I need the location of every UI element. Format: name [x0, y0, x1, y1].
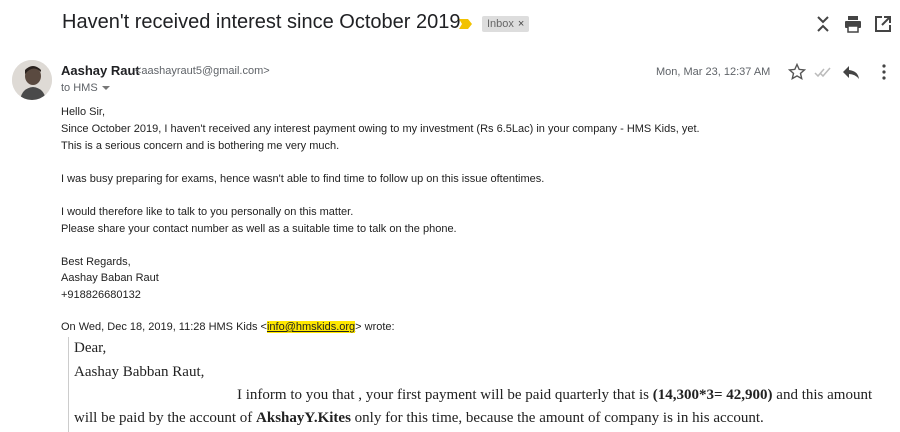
important-marker-icon[interactable]: [459, 19, 472, 29]
body-line: I was busy preparing for exams, hence wa…: [61, 173, 545, 185]
quote-text: will be paid by the account of: [74, 410, 257, 426]
avatar-photo-icon: [12, 60, 52, 100]
remove-label-button[interactable]: ×: [518, 18, 524, 30]
quote-line: I inform to you that , your first paymen…: [237, 387, 872, 404]
quote-email-link[interactable]: info@hmskids.org: [266, 321, 356, 333]
recipients-dropdown[interactable]: to HMS: [61, 82, 110, 94]
sender-email: <aashayraut5@gmail.com>: [135, 65, 270, 77]
recipients-label: to HMS: [61, 82, 98, 94]
message-date: Mon, Mar 23, 12:37 AM: [656, 66, 771, 78]
quote-attribution-suffix: > wrote:: [355, 321, 395, 333]
body-line: Please share your contact number as well…: [61, 223, 457, 235]
quote-attribution: On Wed, Dec 18, 2019, 11:28 HMS Kids <in…: [61, 321, 395, 333]
sender-name[interactable]: Aashay Raut: [61, 63, 140, 78]
quote-recipient-name: Aashay Babban Raut,: [74, 364, 205, 380]
more-options-icon[interactable]: [875, 63, 893, 81]
signature-line: Best Regards,: [61, 256, 131, 268]
quote-text: I inform to you that , your first paymen…: [237, 387, 653, 403]
sender-avatar[interactable]: [12, 60, 52, 100]
email-subject: Haven't received interest since October …: [62, 11, 461, 33]
expand-collapse-icon[interactable]: [813, 14, 833, 34]
body-line: Since October 2019, I haven't received a…: [61, 123, 700, 135]
body-line: I would therefore like to talk to you pe…: [61, 206, 354, 218]
reply-icon[interactable]: [842, 63, 860, 81]
quote-line: will be paid by the account of AkshayY.K…: [74, 410, 764, 427]
caret-down-icon: [101, 86, 110, 91]
print-icon[interactable]: [843, 14, 863, 34]
signature-line: Aashay Baban Raut: [61, 272, 159, 284]
open-in-new-window-icon[interactable]: [873, 14, 893, 34]
inbox-label-chip: Inbox ×: [482, 16, 530, 32]
double-check-icon: [814, 67, 831, 78]
quote-text: and this amount: [772, 387, 873, 403]
body-line: Hello Sir,: [61, 106, 106, 118]
quote-text: only for this time, because the amount o…: [350, 410, 764, 426]
star-icon[interactable]: [788, 63, 806, 81]
quote-attribution-prefix: On Wed, Dec 18, 2019, 11:28 HMS Kids <: [61, 321, 267, 333]
inbox-label-text: Inbox: [487, 18, 514, 30]
quote-bar: [68, 337, 69, 432]
quote-bold-name: AkshayY.Kites: [256, 410, 351, 426]
body-line: This is a serious concern and is botheri…: [61, 140, 340, 152]
signature-line: +918826680132: [61, 289, 141, 301]
quote-greeting: Dear,: [74, 340, 107, 356]
quote-bold-amount: (14,300*3= 42,900): [652, 387, 773, 403]
